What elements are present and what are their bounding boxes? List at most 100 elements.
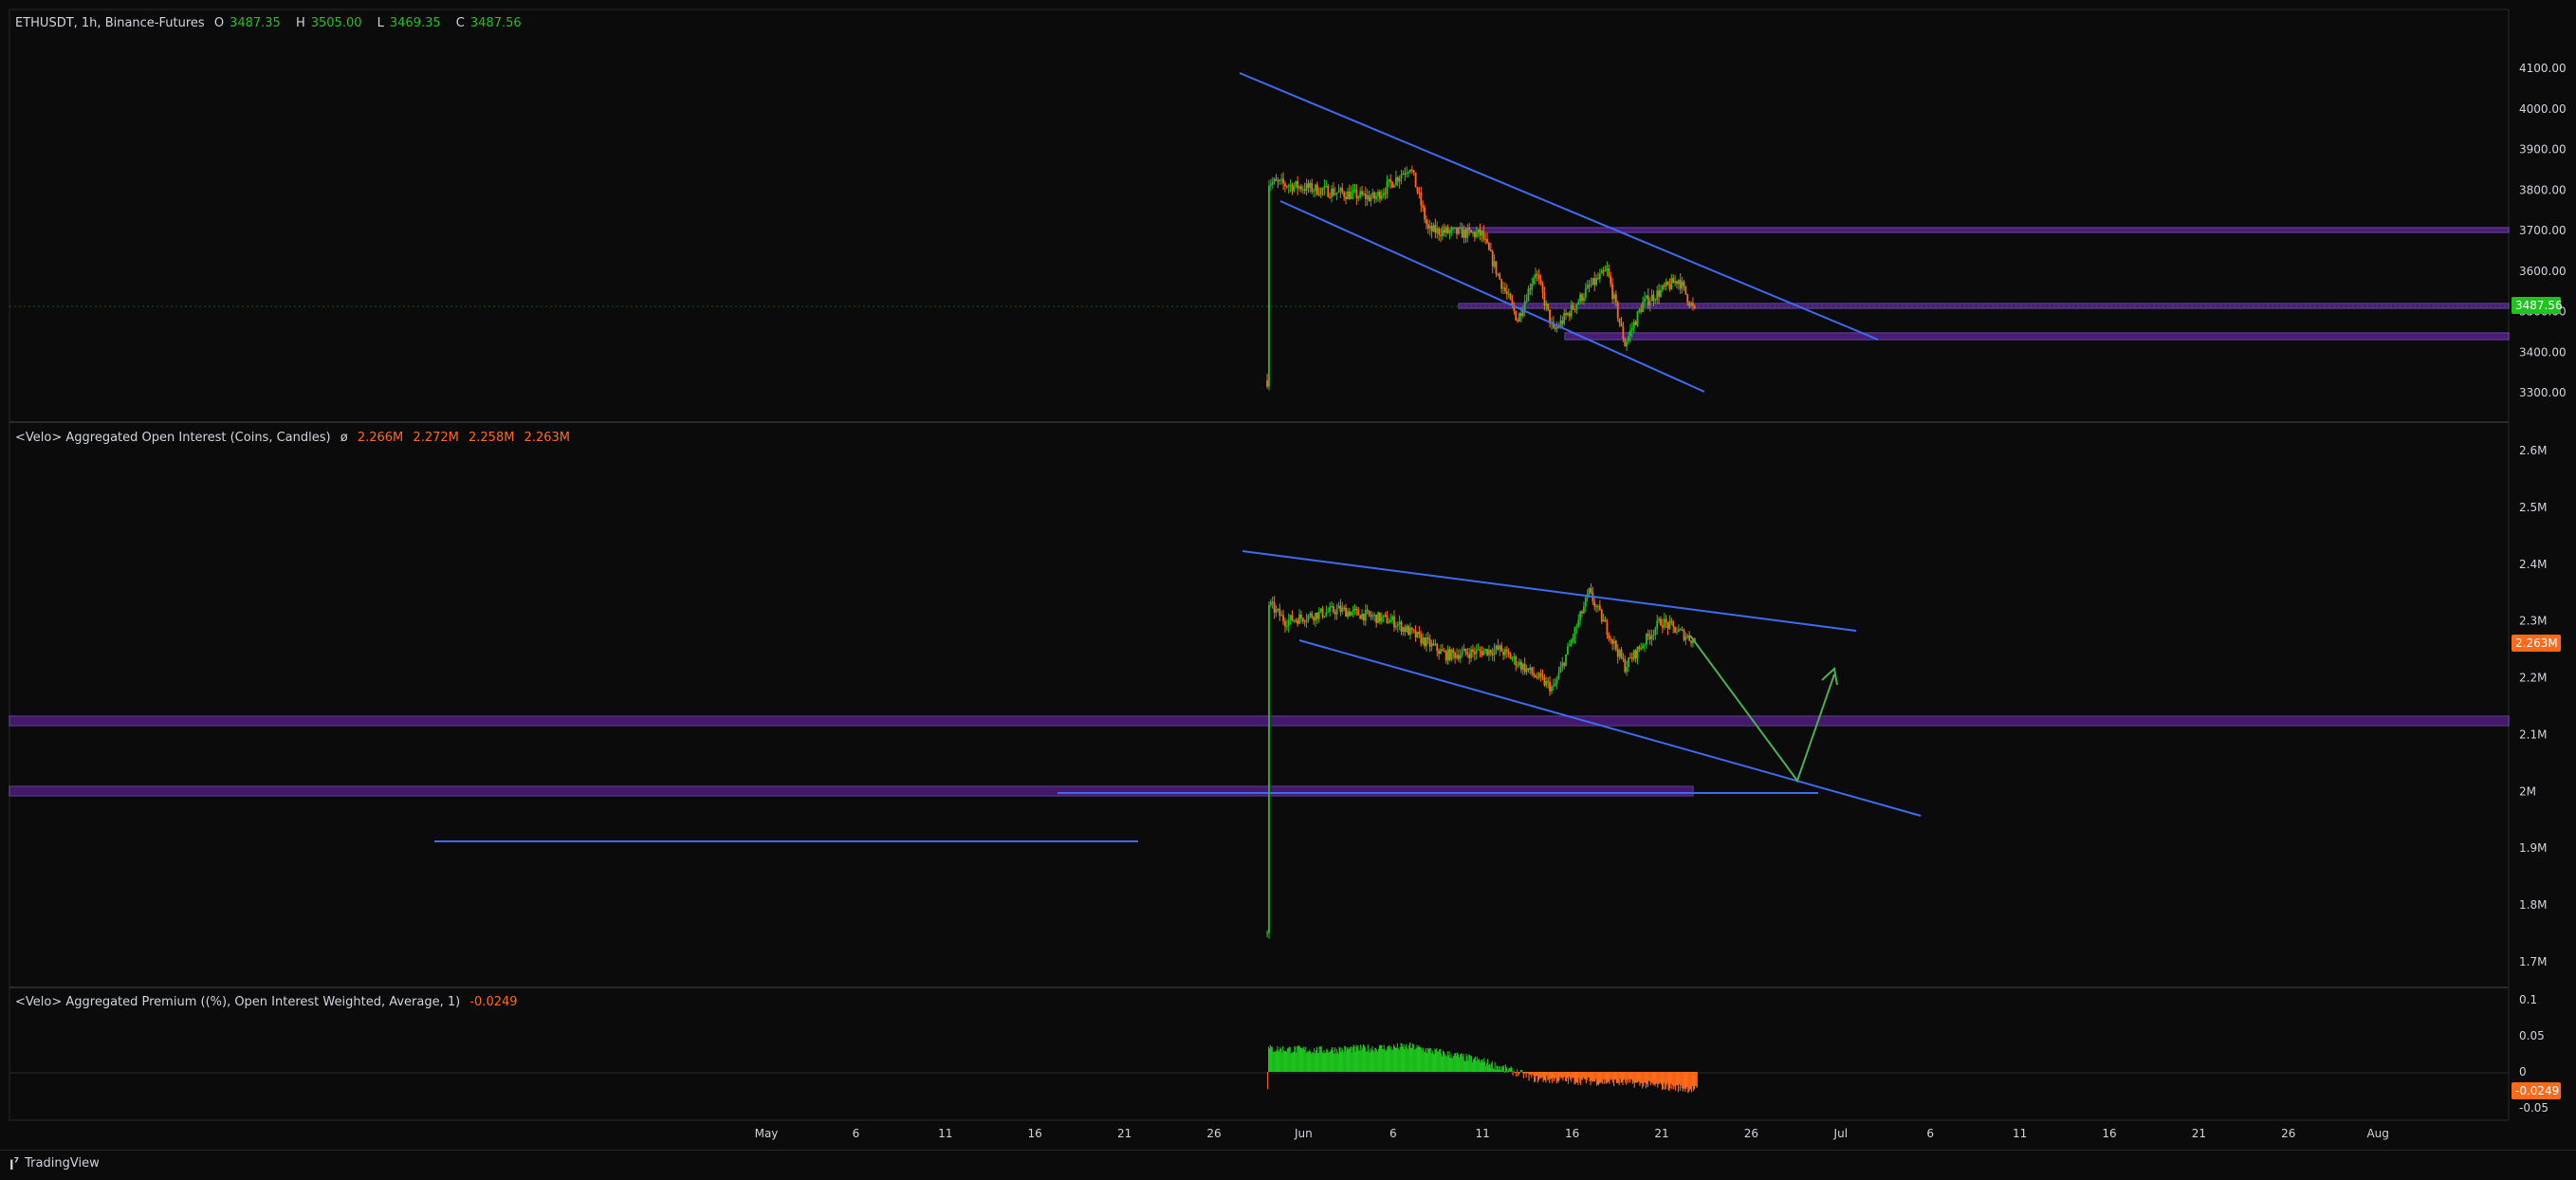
premium-bar [1271,1046,1273,1072]
premium-bar [1614,1072,1617,1080]
candle-body [1536,676,1538,678]
candle-body [1626,667,1628,673]
candle-body [1300,186,1302,190]
premium-bar [1596,1072,1598,1086]
candle-body [1688,302,1691,306]
resistance-zone[interactable] [1441,227,2510,233]
candle-body [1502,287,1504,289]
candle-body [1547,304,1550,310]
candle-body [1581,611,1583,614]
premium-bar [1365,1051,1367,1072]
candle-body [1647,295,1649,306]
oi-zone-lower[interactable] [9,785,1694,797]
premium-bar [1615,1072,1617,1083]
candle-body [1440,234,1442,237]
premium-bar [1675,1072,1677,1091]
premium-bar [1274,1051,1276,1072]
premium-bar [1292,1052,1294,1072]
candle-body [1638,309,1641,312]
premium-bar [1582,1072,1585,1078]
premium-bar [1432,1052,1434,1072]
candle-body [1319,188,1322,195]
candle-body [1386,181,1389,194]
oi-zone-upper[interactable] [9,715,2510,727]
symbol-label[interactable]: ETHUSDT, 1h, Binance-Futures [15,16,205,30]
premium-bar [1445,1057,1447,1072]
candle-body [1505,649,1508,652]
premium-bar [1268,1048,1271,1072]
premium-title[interactable]: <Velo> Aggregated Premium ((%), Open Int… [15,995,460,1009]
tradingview-logo[interactable]: ꞁ⁷ TradingView [9,1156,100,1171]
premium-bar [1685,1072,1687,1089]
premium-bar [1312,1051,1314,1072]
axis-tick-label: 3300.00 [2519,386,2567,399]
candle-body [1622,325,1625,340]
last-price-tag: 3487.56 [2512,297,2563,314]
candle-body [1368,610,1371,616]
premium-bar [1346,1051,1348,1072]
premium-value: -0.0249 [469,995,518,1009]
premium-bar [1627,1072,1628,1080]
candle-body [1570,304,1573,317]
premium-bar [1666,1072,1668,1084]
premium-bar [1690,1072,1692,1090]
premium-bar [1551,1072,1554,1083]
premium-bar [1435,1049,1437,1072]
candle-body [1531,284,1534,290]
premium-bar [1454,1053,1456,1072]
candle-body [1382,615,1385,618]
candle-body [1626,341,1628,347]
premium-bar [1446,1051,1448,1072]
support-zone[interactable] [1564,332,2510,341]
premium-bar [1491,1060,1493,1072]
last-price-tag-text: 3487.56 [2515,299,2563,312]
candle-body [1366,610,1369,612]
axis-tick-label: 3600.00 [2519,265,2567,278]
candle-body [1464,648,1467,654]
price-axis[interactable]: 4100.00 4000.00 3900.00 3800.00 3700.00 3600.… [2519,62,2567,399]
candle-body [1422,637,1425,644]
footer: ꞁ⁷ TradingView [0,1150,2576,1180]
candle-body [1422,205,1425,208]
premium-bar [1276,1049,1278,1072]
candle-body [1307,183,1310,189]
premium-bar [1600,1072,1602,1082]
premium-bar [1468,1054,1470,1072]
premium-bar [1472,1059,1475,1072]
premium-legend[interactable]: <Velo> Aggregated Premium ((%), Open Int… [15,995,524,1009]
oi-open-value: 2.266M [357,431,404,445]
candle-body [1630,328,1633,331]
candle-body [1479,229,1481,236]
price-legend[interactable]: ETHUSDT, 1h, Binance-Futures O 3487.35 H3… [15,16,533,30]
premium-bar [1489,1067,1491,1072]
premium-bar [1367,1044,1369,1072]
candle-body [1648,636,1651,640]
premium-bar [1622,1072,1624,1086]
candle-body [1341,607,1344,612]
premium-bar [1393,1043,1395,1072]
premium-bar [1431,1050,1433,1072]
candle-body [1551,686,1553,691]
candle-body [1420,193,1423,206]
candle-body [1523,301,1526,311]
premium-bar [1282,1045,1284,1072]
premium-bar [1587,1072,1589,1079]
premium-bar [1576,1072,1578,1083]
premium-bar [1440,1048,1442,1072]
premium-bar [1329,1052,1331,1072]
oi-title[interactable]: <Velo> Aggregated Open Interest (Coins, … [15,431,331,445]
premium-bar [1487,1059,1489,1072]
premium-bar [1635,1072,1637,1083]
premium-bar [1624,1072,1626,1079]
oi-legend[interactable]: <Velo> Aggregated Open Interest (Coins, … [15,431,576,445]
candle-body [1543,677,1546,686]
candle-body [1475,232,1478,237]
candle-body [1325,185,1328,187]
candle-body [1394,176,1397,186]
premium-bar [1359,1050,1361,1072]
axis-tick-label: 3700.00 [2519,224,2567,237]
premium-bar [1581,1072,1583,1080]
candle-body [1327,185,1330,197]
candle-body [1305,183,1308,192]
premium-bar [1575,1072,1577,1082]
